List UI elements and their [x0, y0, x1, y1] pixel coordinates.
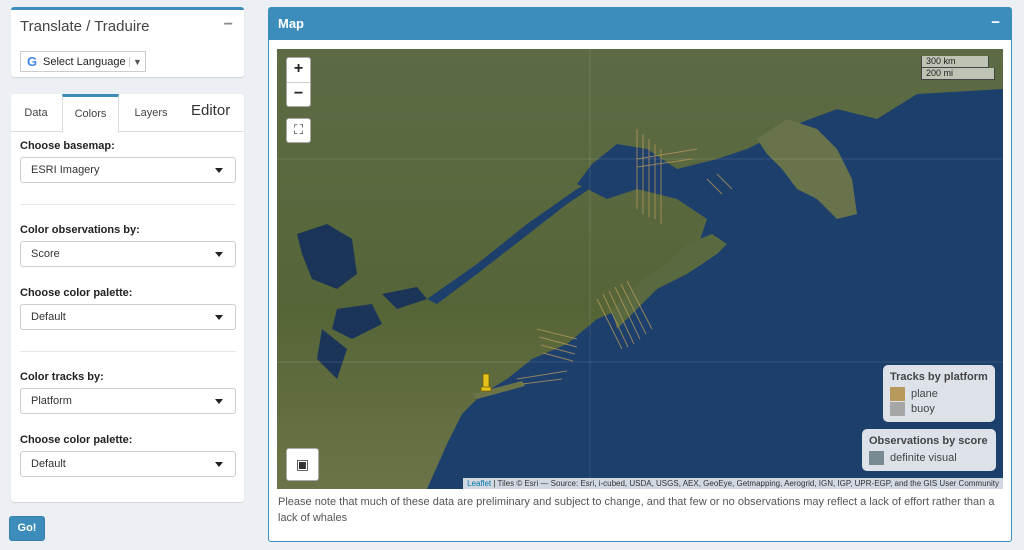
tab-data[interactable]: Data [11, 94, 61, 132]
tracks-legend: Tracks by platform plane buoy [883, 365, 995, 422]
editor-tabs: Data Colors Layers Editor [11, 94, 244, 133]
map-collapse-button[interactable]: − [991, 14, 1000, 31]
legend-label: definite visual [890, 451, 957, 464]
legend-item-definite-visual: definite visual [869, 450, 989, 465]
chevron-down-icon: ▼ [129, 56, 145, 67]
satellite-basemap [277, 49, 1003, 489]
basemap-value: ESRI Imagery [31, 164, 100, 176]
translate-collapse-button[interactable]: − [224, 16, 233, 34]
color-tracks-label: Color tracks by: [20, 371, 104, 383]
map-canvas[interactable]: + − ⛶ 300 km 200 mi Tracks by platform p… [277, 49, 1003, 489]
map-panel: Map − + − ⛶ 300 km 200 mi Tracks by plat… [268, 7, 1012, 542]
map-header: Map − [269, 8, 1011, 40]
language-select-label: Select Language [43, 55, 126, 68]
translate-panel: Translate / Traduire − G Select Language… [11, 7, 244, 77]
editor-title: Editor [191, 102, 231, 119]
scale-bar: 300 km 200 mi [921, 56, 995, 80]
divider [20, 204, 236, 205]
zoom-out-button[interactable]: − [287, 82, 310, 106]
obs-palette-select[interactable]: Default [20, 304, 236, 330]
color-observations-select[interactable]: Score [20, 241, 236, 267]
scale-km: 300 km [921, 56, 989, 68]
obs-palette-label: Choose color palette: [20, 287, 133, 299]
basemap-select[interactable]: ESRI Imagery [20, 157, 236, 183]
tracks-legend-title: Tracks by platform [890, 371, 988, 383]
google-icon: G [26, 54, 38, 69]
attribution-text: | Tiles © Esri — Source: Esri, i-cubed, … [491, 479, 999, 488]
observations-legend: Observations by score definite visual [862, 429, 996, 471]
legend-item-plane: plane [890, 386, 988, 401]
scale-mi: 200 mi [921, 68, 995, 80]
caret-down-icon [215, 252, 223, 257]
legend-label: buoy [911, 402, 935, 415]
track-palette-label: Choose color palette: [20, 434, 133, 446]
color-tracks-select[interactable]: Platform [20, 388, 236, 414]
tab-colors[interactable]: Colors [62, 94, 119, 133]
color-observations-value: Score [31, 248, 60, 260]
go-button[interactable]: Go! [9, 516, 45, 541]
basemap-label: Choose basemap: [20, 140, 115, 152]
divider [20, 351, 236, 352]
track-palette-select[interactable]: Default [20, 451, 236, 477]
plane-swatch [890, 386, 905, 401]
editor-panel: Data Colors Layers Editor Choose basemap… [11, 94, 244, 502]
color-tracks-value: Platform [31, 395, 72, 407]
language-select[interactable]: G Select Language ▼ [20, 51, 146, 72]
observations-legend-title: Observations by score [869, 435, 988, 447]
legend-item-buoy: buoy [890, 401, 988, 416]
definite-visual-swatch [869, 450, 884, 465]
zoom-control: + − [286, 57, 311, 107]
tab-layers[interactable]: Layers [121, 94, 181, 132]
translate-title: Translate / Traduire [20, 18, 150, 35]
caret-down-icon [215, 462, 223, 467]
draw-rectangle-icon[interactable]: ▣ [286, 448, 319, 481]
map-disclaimer: Please note that much of these data are … [278, 496, 995, 524]
caret-down-icon [215, 399, 223, 404]
fullscreen-icon[interactable]: ⛶ [286, 118, 311, 143]
zoom-in-button[interactable]: + [287, 58, 310, 82]
obs-palette-value: Default [31, 311, 66, 323]
map-title: Map [278, 16, 304, 31]
color-observations-label: Color observations by: [20, 224, 140, 236]
map-attribution: Leaflet | Tiles © Esri — Source: Esri, i… [463, 478, 1003, 489]
leaflet-link[interactable]: Leaflet [467, 479, 491, 488]
caret-down-icon [215, 168, 223, 173]
track-palette-value: Default [31, 458, 66, 470]
legend-label: plane [911, 387, 938, 400]
caret-down-icon [215, 315, 223, 320]
buoy-swatch [890, 401, 905, 416]
